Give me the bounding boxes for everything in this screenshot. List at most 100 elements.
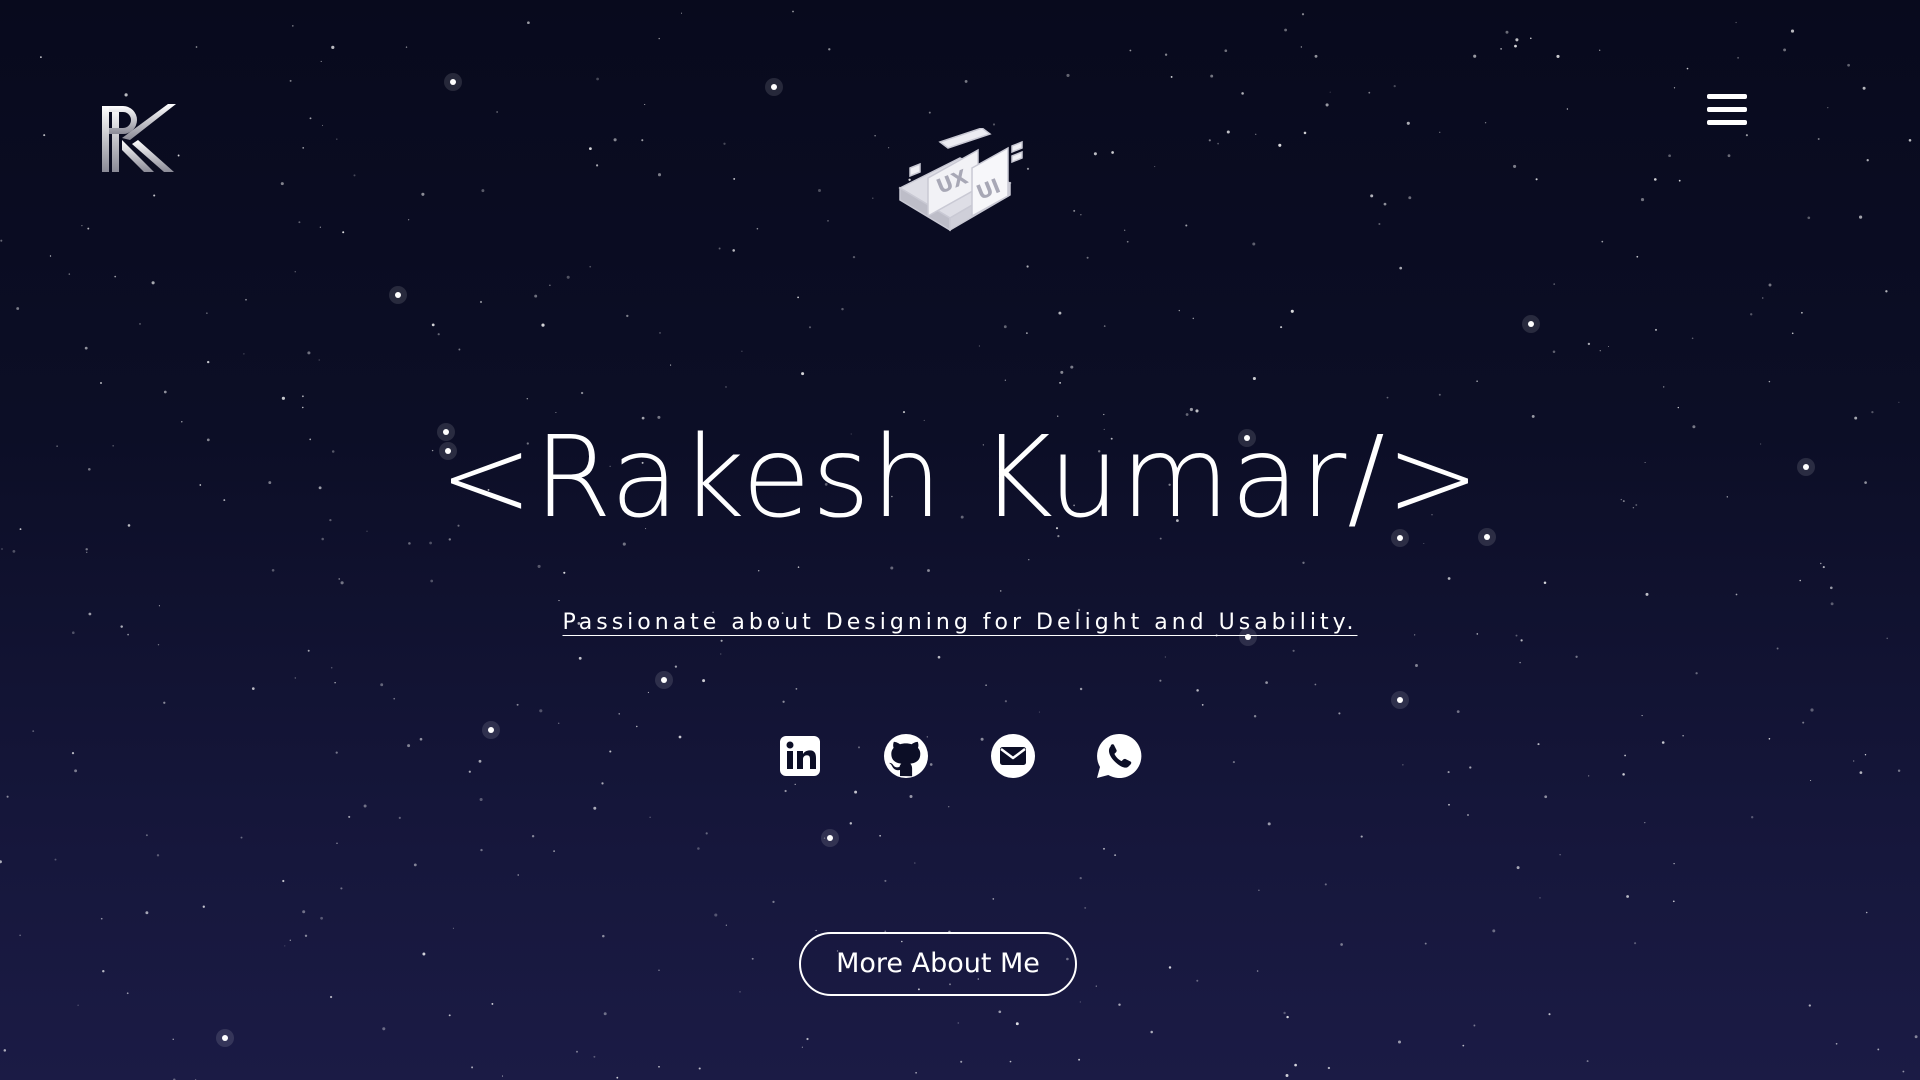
star xyxy=(1768,380,1771,383)
star xyxy=(516,703,519,706)
star xyxy=(1280,326,1283,329)
star xyxy=(1124,229,1126,231)
star xyxy=(1500,48,1502,50)
star xyxy=(1750,313,1753,316)
star xyxy=(1448,803,1450,806)
star xyxy=(890,566,894,570)
star xyxy=(1691,337,1694,340)
star xyxy=(1877,1048,1880,1051)
star xyxy=(1820,562,1822,565)
star xyxy=(1835,1042,1838,1045)
star xyxy=(1370,194,1374,198)
star xyxy=(1196,979,1199,982)
star xyxy=(380,683,384,687)
star xyxy=(1408,196,1412,200)
star xyxy=(340,887,343,890)
star xyxy=(1644,822,1646,824)
star xyxy=(207,360,210,364)
star xyxy=(618,713,620,715)
star xyxy=(616,1076,619,1079)
star xyxy=(1095,985,1097,987)
star xyxy=(947,805,950,808)
bright-star xyxy=(395,292,401,298)
star xyxy=(1026,332,1028,334)
star xyxy=(602,934,605,938)
star xyxy=(1154,166,1156,168)
star xyxy=(1252,242,1256,246)
star xyxy=(1300,46,1302,48)
email-icon[interactable] xyxy=(987,730,1039,782)
star xyxy=(1673,862,1675,865)
bright-star xyxy=(1397,697,1403,703)
star xyxy=(1807,216,1811,220)
star xyxy=(1196,689,1199,692)
star xyxy=(1004,700,1007,703)
star xyxy=(1473,54,1477,58)
star xyxy=(1415,664,1418,667)
star xyxy=(1258,889,1260,892)
star xyxy=(720,639,723,642)
star xyxy=(1640,198,1645,202)
star xyxy=(1267,822,1271,826)
star xyxy=(1126,240,1129,243)
github-icon[interactable] xyxy=(880,730,932,782)
star xyxy=(1114,854,1117,857)
star xyxy=(751,957,754,960)
star xyxy=(797,566,800,568)
star xyxy=(658,1066,660,1068)
star xyxy=(1695,672,1698,675)
star xyxy=(1599,350,1601,352)
star xyxy=(1059,382,1061,384)
star xyxy=(1859,215,1863,219)
star xyxy=(309,117,312,120)
star xyxy=(1324,883,1327,886)
star xyxy=(927,569,930,572)
star xyxy=(245,298,247,301)
star xyxy=(1439,131,1441,133)
star xyxy=(318,359,320,361)
star xyxy=(874,135,876,137)
star xyxy=(1822,566,1825,569)
star xyxy=(992,123,996,126)
hamburger-menu-icon[interactable] xyxy=(1705,92,1749,128)
bright-star xyxy=(827,835,833,841)
star xyxy=(818,189,821,192)
star xyxy=(718,247,721,250)
star xyxy=(0,860,2,864)
whatsapp-icon[interactable] xyxy=(1093,730,1145,782)
star xyxy=(145,834,148,837)
star xyxy=(852,255,856,259)
star xyxy=(1776,647,1779,650)
star xyxy=(649,816,651,818)
star xyxy=(1575,655,1578,658)
star xyxy=(705,832,708,835)
star xyxy=(1735,21,1737,24)
star xyxy=(801,372,805,376)
star xyxy=(563,571,566,574)
star xyxy=(1462,1044,1465,1047)
star xyxy=(1406,121,1410,125)
star xyxy=(1226,130,1230,134)
star xyxy=(40,56,42,58)
star xyxy=(340,581,344,585)
hero-tagline[interactable]: Passionate about Designing for Delight a… xyxy=(563,610,1358,635)
star xyxy=(1559,854,1561,856)
star xyxy=(1902,1070,1905,1073)
star xyxy=(158,605,160,607)
star xyxy=(458,348,461,351)
star xyxy=(1636,255,1639,258)
star xyxy=(1886,637,1888,640)
star xyxy=(658,37,660,40)
star xyxy=(156,854,160,857)
rk-monogram-logo[interactable] xyxy=(98,100,178,180)
linkedin-icon[interactable] xyxy=(774,730,826,782)
star xyxy=(1544,795,1548,799)
star xyxy=(1327,1066,1331,1070)
star xyxy=(353,174,356,177)
star xyxy=(725,924,727,926)
more-about-me-button[interactable]: More About Me xyxy=(799,932,1077,996)
star xyxy=(291,25,294,27)
star xyxy=(1535,178,1538,181)
hero-tagline-wrapper: Passionate about Designing for Delight a… xyxy=(0,610,1920,635)
star xyxy=(81,224,83,227)
